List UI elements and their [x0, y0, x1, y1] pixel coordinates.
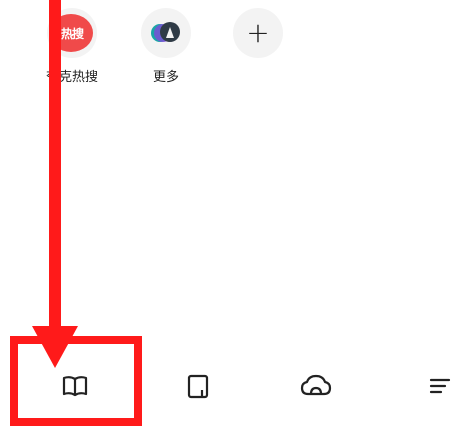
cloud-icon [300, 374, 332, 396]
tab-menu[interactable] [420, 366, 460, 406]
shortcut-more[interactable]: 更多 [136, 8, 196, 85]
annotation-arrow-shaft [49, 0, 61, 330]
menu-icon [429, 378, 451, 394]
tab-cloud[interactable] [296, 366, 336, 406]
shortcut-label: 更多 [152, 70, 179, 85]
annotation-highlight-box [10, 336, 142, 426]
shortcut-add[interactable]: + [228, 8, 288, 58]
tablet-icon [187, 374, 209, 399]
more-apps-icon [141, 8, 191, 58]
tab-windows[interactable] [178, 366, 218, 406]
plus-icon: + [233, 8, 283, 58]
